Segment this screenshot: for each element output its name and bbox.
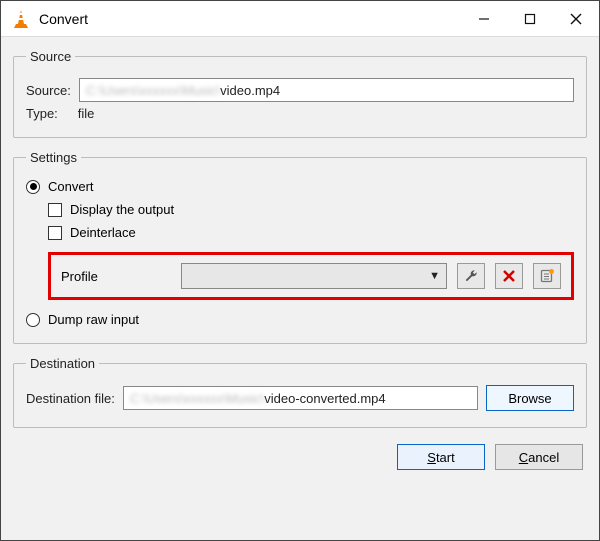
new-profile-icon — [539, 268, 555, 284]
profile-dropdown[interactable]: ▼ — [181, 263, 447, 289]
delete-profile-button[interactable] — [495, 263, 523, 289]
window-controls — [461, 1, 599, 36]
profile-row-highlight: Profile ▼ — [48, 252, 574, 300]
browse-button[interactable]: Browse — [486, 385, 574, 411]
cancel-button[interactable]: Cancel — [495, 444, 583, 470]
source-label: Source: — [26, 83, 71, 98]
radio-icon — [26, 180, 40, 194]
source-path-hidden: C:\Users\xxxxxx\Music\ — [86, 83, 220, 98]
edit-profile-button[interactable] — [457, 263, 485, 289]
display-output-checkbox[interactable]: Display the output — [48, 202, 174, 217]
destination-legend: Destination — [26, 356, 99, 371]
new-profile-button[interactable] — [533, 263, 561, 289]
convert-radio-label: Convert — [48, 179, 94, 194]
radio-icon — [26, 313, 40, 327]
checkbox-icon — [48, 226, 62, 240]
vlc-cone-icon — [11, 9, 31, 29]
destination-label: Destination file: — [26, 391, 115, 406]
browse-button-label: Browse — [508, 391, 551, 406]
cancel-button-label: Cancel — [519, 450, 559, 465]
destination-path-visible: video-converted.mp4 — [264, 391, 385, 406]
dialog-button-row: Start Cancel — [13, 436, 587, 474]
type-value: file — [78, 106, 95, 121]
profile-label: Profile — [61, 269, 171, 284]
type-label: Type: — [26, 106, 58, 121]
display-output-label: Display the output — [70, 202, 174, 217]
start-button[interactable]: Start — [397, 444, 485, 470]
convert-radio[interactable]: Convert — [26, 179, 94, 194]
close-button[interactable] — [553, 1, 599, 36]
checkbox-icon — [48, 203, 62, 217]
minimize-button[interactable] — [461, 1, 507, 36]
dialog-content: Source Source: C:\Users\xxxxxx\Music\ vi… — [1, 37, 599, 540]
window-title: Convert — [39, 11, 461, 27]
source-legend: Source — [26, 49, 75, 64]
settings-group: Settings Convert Display the output Dein… — [13, 150, 587, 344]
deinterlace-checkbox[interactable]: Deinterlace — [48, 225, 136, 240]
settings-legend: Settings — [26, 150, 81, 165]
destination-path-hidden: C:\Users\xxxxxx\Music\ — [130, 391, 264, 406]
wrench-icon — [463, 268, 479, 284]
titlebar: Convert — [1, 1, 599, 37]
source-group: Source Source: C:\Users\xxxxxx\Music\ vi… — [13, 49, 587, 138]
source-path-input[interactable]: C:\Users\xxxxxx\Music\ video.mp4 — [79, 78, 574, 102]
dump-raw-radio[interactable]: Dump raw input — [26, 312, 139, 327]
deinterlace-label: Deinterlace — [70, 225, 136, 240]
source-path-visible: video.mp4 — [220, 83, 280, 98]
destination-group: Destination Destination file: C:\Users\x… — [13, 356, 587, 428]
chevron-down-icon: ▼ — [429, 270, 440, 282]
delete-icon — [501, 268, 517, 284]
start-button-label: Start — [427, 450, 454, 465]
maximize-button[interactable] — [507, 1, 553, 36]
destination-path-input[interactable]: C:\Users\xxxxxx\Music\ video-converted.m… — [123, 386, 478, 410]
dump-raw-label: Dump raw input — [48, 312, 139, 327]
convert-dialog: Convert Source Source: C:\Users\xxxxxx\M… — [0, 0, 600, 541]
